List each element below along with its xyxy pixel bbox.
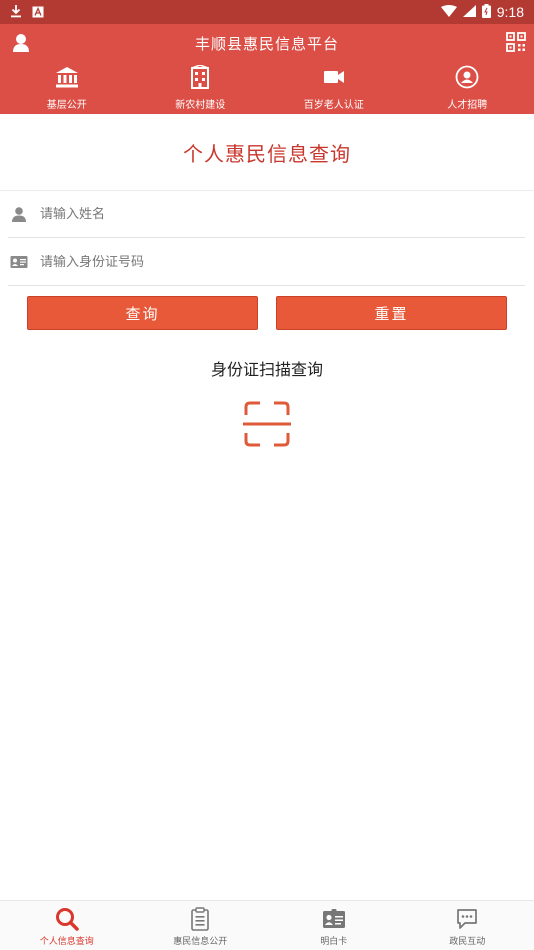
name-row: [8, 191, 525, 238]
user-icon: [10, 205, 28, 223]
signal-icon: [462, 4, 476, 20]
id-row: [8, 239, 525, 286]
chat-icon: [455, 907, 479, 931]
nav-item-recruitment[interactable]: 人才招聘: [401, 62, 534, 114]
nav-item-grassroots[interactable]: 基层公开: [0, 62, 134, 114]
id-number-input[interactable]: [40, 254, 460, 270]
bank-icon: [54, 64, 80, 90]
building-icon: [187, 64, 213, 90]
query-button[interactable]: 查询: [27, 296, 258, 330]
status-time: 9:18: [496, 4, 524, 20]
scan-icon[interactable]: [242, 400, 292, 448]
nav-label: 新农村建设: [175, 100, 226, 111]
tab-label: 明白卡: [320, 937, 348, 947]
top-nav: 基层公开 新农村建设 百岁老人认证 人才招聘: [0, 62, 534, 114]
app-screen: 9:18 丰顺县惠民信息平台 基层公开 新农村建设 百岁老人认证 人才招聘 个人…: [0, 0, 534, 950]
app-title: 丰顺县惠民信息平台: [194, 34, 339, 53]
wifi-icon: [440, 4, 457, 20]
nav-label: 百岁老人认证: [303, 100, 364, 111]
tab-label: 惠民信息公开: [173, 937, 228, 947]
nav-item-centenarian[interactable]: 百岁老人认证: [267, 62, 401, 114]
scan-title: 身份证扫描查询: [210, 360, 323, 379]
tab-card[interactable]: 明白卡: [267, 901, 401, 950]
bottom-tab-bar: 个人信息查询 惠民信息公开 明白卡 政民互动: [0, 900, 534, 950]
nav-label: 基层公开: [46, 100, 87, 111]
status-bar: 9:18: [0, 0, 534, 24]
app-header: 丰顺县惠民信息平台 基层公开 新农村建设 百岁老人认证 人才招聘: [0, 24, 534, 114]
tab-label: 政民互动: [449, 937, 486, 947]
tab-label: 个人信息查询: [39, 937, 94, 947]
search-icon: [55, 907, 79, 931]
nav-item-new-village[interactable]: 新农村建设: [134, 62, 268, 114]
download-icon: [10, 3, 22, 22]
reset-button[interactable]: 重置: [276, 296, 507, 330]
video-camera-icon: [321, 64, 347, 90]
person-circle-icon: [454, 64, 480, 90]
page-title: 个人惠民信息查询: [183, 142, 351, 166]
name-input[interactable]: [40, 206, 460, 222]
clipboard-icon: [188, 907, 212, 931]
id-card-icon: [322, 907, 346, 931]
nav-label: 人才招聘: [447, 100, 488, 111]
tab-interaction[interactable]: 政民互动: [401, 901, 534, 950]
battery-icon: [481, 3, 491, 21]
qr-code-icon[interactable]: [506, 32, 528, 54]
tab-info-public[interactable]: 惠民信息公开: [134, 901, 268, 950]
a-square-icon: [32, 3, 44, 22]
user-icon[interactable]: [10, 32, 32, 54]
tab-personal-query[interactable]: 个人信息查询: [0, 901, 134, 950]
id-card-icon: [10, 253, 28, 271]
